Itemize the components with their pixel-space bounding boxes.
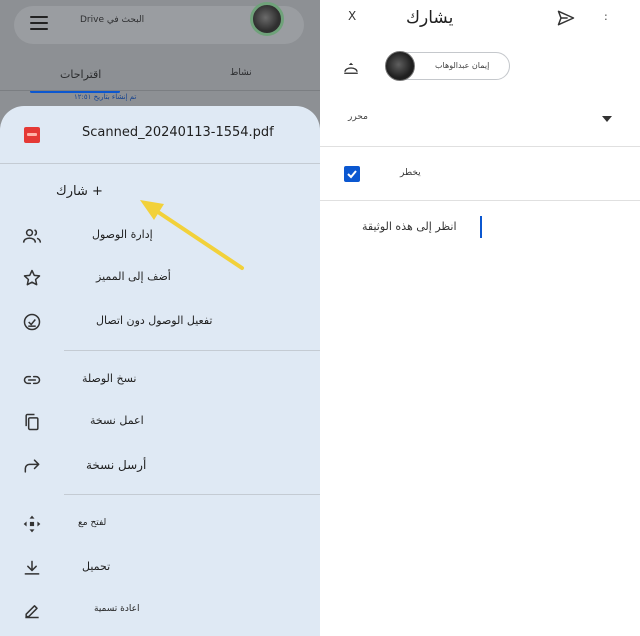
- copy-icon: [25, 413, 39, 431]
- faint-row-text: تم إنشاء بتاريخ ١٢:٥١: [74, 93, 137, 101]
- link-icon: [23, 375, 41, 385]
- menu-label: تفعيل الوصول دون اتصال: [96, 314, 213, 327]
- menu-label: أضف إلى المميز: [96, 270, 171, 283]
- open-with-icon: [23, 515, 41, 533]
- people-icon: [22, 229, 42, 243]
- star-icon: [23, 269, 41, 286]
- menu-item-send-copy[interactable]: أرسل نسخة: [0, 446, 320, 486]
- menu-item-offline[interactable]: تفعيل الوصول دون اتصال: [0, 302, 320, 342]
- drive-tabs: اقتراحات نشاط: [0, 62, 320, 93]
- notify-row[interactable]: يخطر: [320, 158, 640, 188]
- recipient-name: إيمان عبدالوهاب: [435, 61, 490, 70]
- share-label: + شارك: [56, 184, 103, 199]
- message-text[interactable]: انظر إلى هذه الوثيقة: [362, 220, 457, 233]
- search-input[interactable]: البحث في Drive: [80, 15, 144, 25]
- divider: [64, 494, 320, 495]
- dialog-title: يشارك: [406, 8, 454, 28]
- menu-item-copy-link[interactable]: نسخ الوصلة: [0, 360, 320, 400]
- menu-label: لفتح مع: [78, 518, 107, 528]
- share-dialog: X يشارك : إيمان عبدالوهاب محرر يخطر انظر…: [320, 0, 640, 636]
- menu-item-download[interactable]: تحميل: [0, 548, 320, 588]
- notify-label: يخطر: [400, 168, 421, 178]
- check-icon: [347, 170, 357, 179]
- divider: [320, 146, 640, 147]
- recipient-avatar: [385, 51, 415, 81]
- file-actions-sheet: Scanned_20240113-1554.pdf + شارك إدارة ا…: [0, 106, 320, 636]
- tab-activity[interactable]: نشاط: [230, 68, 252, 78]
- drive-header: البحث في Drive اقتراحات نشاط تم إنشاء بت…: [0, 0, 320, 110]
- menu-icon[interactable]: [30, 16, 48, 30]
- menu-item-add-star[interactable]: أضف إلى المميز: [0, 258, 320, 298]
- menu-label: تحميل: [82, 560, 111, 573]
- menu-label: نسخ الوصلة: [82, 372, 137, 385]
- role-dropdown[interactable]: محرر: [320, 102, 640, 146]
- role-label: محرر: [348, 112, 368, 122]
- tab-suggestions[interactable]: اقتراحات: [60, 68, 101, 81]
- menu-label: أرسل نسخة: [86, 458, 147, 472]
- account-avatar[interactable]: [250, 2, 284, 36]
- menu-item-rename[interactable]: اعادة تسمية: [0, 590, 320, 630]
- divider: [320, 200, 640, 201]
- divider: [64, 350, 320, 351]
- close-button[interactable]: X: [348, 9, 356, 23]
- menu-label: اعادة تسمية: [94, 604, 140, 614]
- menu-item-make-copy[interactable]: اعمل نسخة: [0, 402, 320, 442]
- pdf-icon: [24, 127, 40, 143]
- file-name: Scanned_20240113-1554.pdf: [82, 125, 274, 140]
- divider: [0, 163, 320, 164]
- share-menu-item[interactable]: + شارك: [0, 176, 320, 206]
- notify-checkbox[interactable]: [344, 166, 360, 182]
- menu-label: إدارة الوصول: [92, 228, 153, 241]
- forward-icon: [24, 459, 40, 473]
- tab-divider: [0, 90, 320, 91]
- menu-label: اعمل نسخة: [90, 414, 144, 427]
- drive-panel: البحث في Drive اقتراحات نشاط تم إنشاء بت…: [0, 0, 320, 636]
- dropdown-caret-icon: [602, 116, 612, 122]
- send-icon[interactable]: [556, 8, 576, 28]
- add-person-icon[interactable]: [342, 58, 360, 78]
- more-options-button[interactable]: :: [604, 10, 608, 23]
- menu-item-manage-access[interactable]: إدارة الوصول: [0, 216, 320, 256]
- recipient-chip[interactable]: إيمان عبدالوهاب: [385, 51, 510, 81]
- rename-icon: [25, 605, 39, 619]
- message-input[interactable]: انظر إلى هذه الوثيقة: [320, 210, 640, 240]
- offline-check-icon: [23, 313, 41, 331]
- menu-item-open-with[interactable]: لفتح مع: [0, 504, 320, 544]
- file-header: Scanned_20240113-1554.pdf: [0, 106, 320, 164]
- text-cursor: [480, 216, 482, 238]
- download-icon: [24, 560, 40, 575]
